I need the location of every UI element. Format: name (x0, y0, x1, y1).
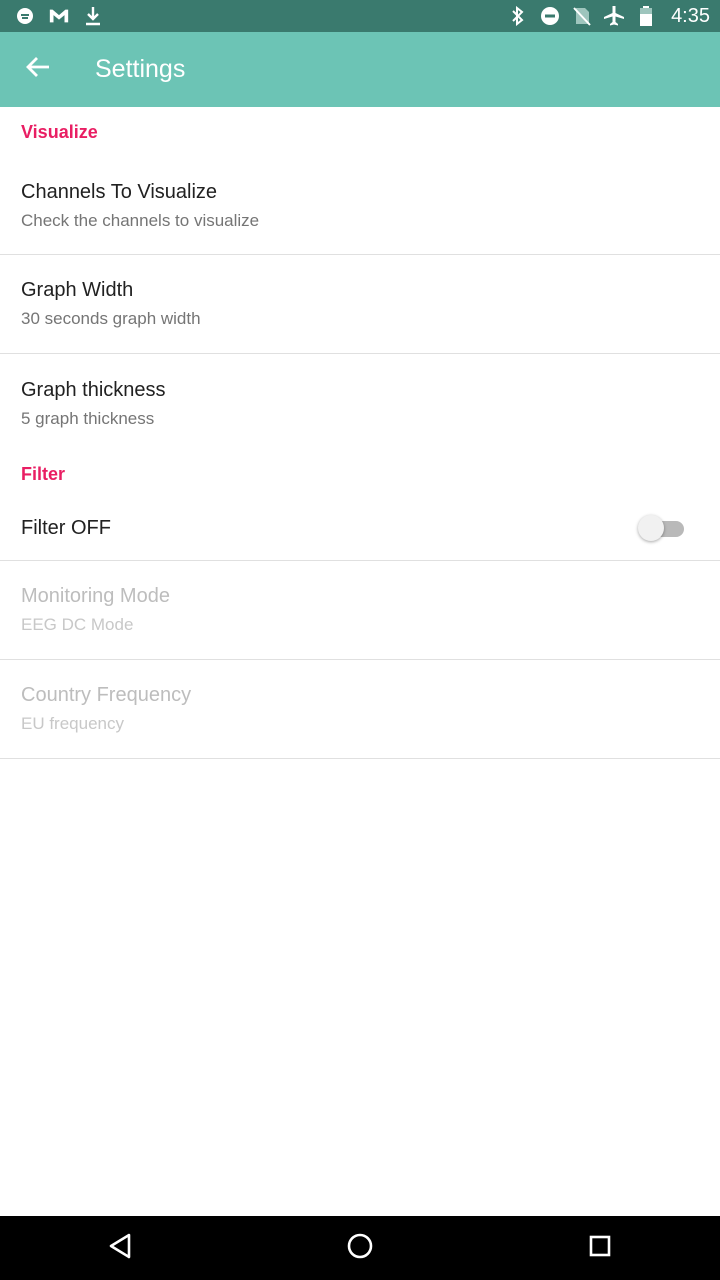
pref-summary: EU frequency (21, 714, 124, 733)
back-button[interactable] (0, 32, 76, 107)
page-title: Settings (95, 55, 186, 83)
bluetooth-icon (507, 5, 529, 27)
download-icon (82, 5, 104, 27)
status-time: 4:35 (671, 4, 710, 27)
no-sim-icon (571, 5, 593, 27)
pref-channels-to-visualize[interactable]: Channels To Visualize Check the channels… (0, 157, 720, 255)
pref-title: Filter OFF (21, 516, 111, 539)
arrow-back-icon (25, 54, 51, 85)
switch-thumb (638, 515, 664, 541)
pref-graph-thickness[interactable]: Graph thickness 5 graph thickness (0, 354, 720, 453)
status-left-icons (14, 5, 104, 27)
ghostery-icon (14, 5, 36, 27)
pref-summary: Check the channels to visualize (21, 210, 260, 230)
pref-title: Monitoring Mode (21, 585, 170, 607)
pref-summary: 5 graph thickness (21, 408, 155, 428)
pref-monitoring-mode: Monitoring Mode EEG DC Mode (0, 561, 720, 660)
pref-title: Country Frequency (21, 684, 192, 706)
pref-title: Graph Width (21, 279, 134, 301)
nav-back-button[interactable] (90, 1218, 150, 1278)
status-right-icons: 4:35 (507, 5, 710, 28)
pref-title: Graph thickness (21, 378, 166, 401)
square-recents-icon (588, 1234, 612, 1263)
nav-home-button[interactable] (330, 1218, 390, 1278)
pref-summary: 30 seconds graph width (21, 309, 201, 328)
filter-switch[interactable] (638, 513, 686, 543)
pref-summary: EEG DC Mode (21, 615, 134, 634)
section-header-visualize: Visualize (21, 121, 98, 142)
navigation-bar (0, 1216, 720, 1280)
circle-home-icon (346, 1232, 374, 1265)
status-bar: 4:35 (0, 0, 720, 32)
triangle-back-icon (107, 1232, 133, 1265)
do-not-disturb-icon (539, 5, 561, 27)
battery-icon (635, 5, 657, 27)
pref-graph-width[interactable]: Graph Width 30 seconds graph width (0, 255, 720, 354)
section-header-filter: Filter (21, 464, 66, 484)
airplane-mode-icon (603, 5, 625, 27)
pref-title: Channels To Visualize (21, 180, 218, 203)
pref-filter-toggle[interactable]: Filter OFF (0, 496, 720, 561)
pref-country-frequency: Country Frequency EU frequency (0, 660, 720, 759)
nav-recents-button[interactable] (570, 1218, 630, 1278)
settings-list: Visualize Channels To Visualize Check th… (0, 107, 720, 759)
app-bar: Settings (0, 32, 720, 107)
gmail-icon (48, 5, 70, 27)
